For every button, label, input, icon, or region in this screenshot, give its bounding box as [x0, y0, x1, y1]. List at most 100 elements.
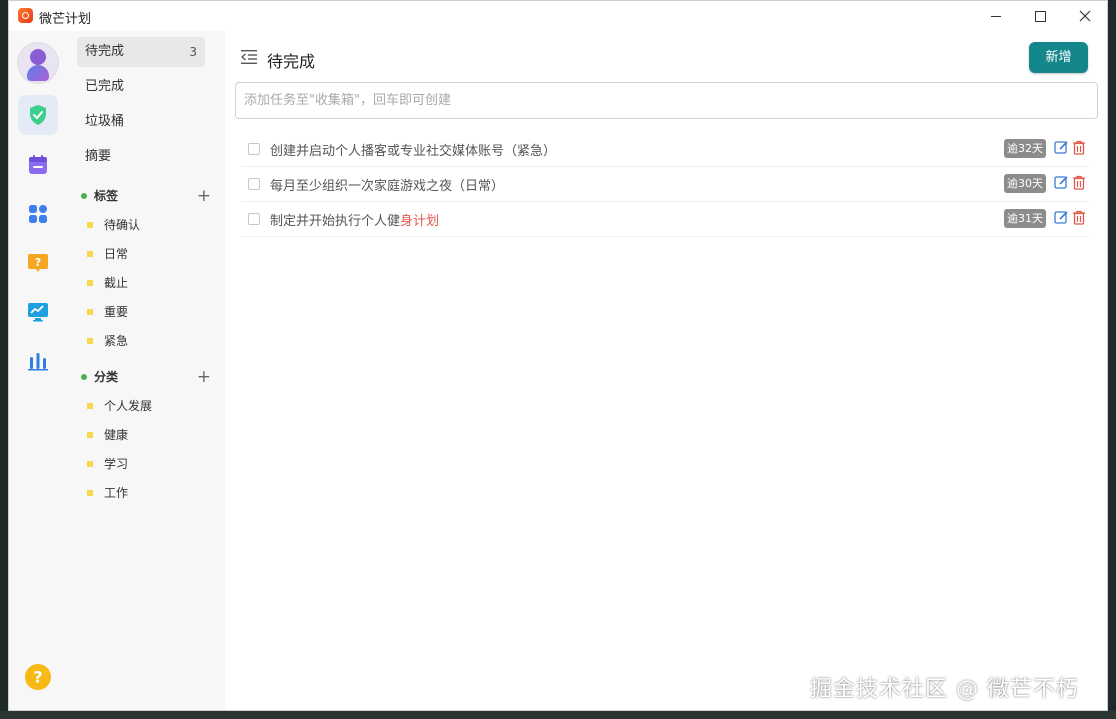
nav-item-summary[interactable]: 摘要 — [77, 142, 205, 172]
icon-rail: ? ? — [9, 31, 67, 710]
nav-panel: 待完成 3 已完成 垃圾桶 摘要 标签 + 待确认 日常 截止 重要 紧急 分类… — [67, 31, 225, 710]
nav-item-label: 已完成 — [85, 79, 125, 94]
tag-item[interactable]: 紧急 — [87, 330, 128, 352]
tag-item[interactable]: 截止 — [87, 272, 128, 294]
rail-item-help[interactable]: ? — [18, 243, 58, 283]
tag-item[interactable]: 待确认 — [87, 214, 140, 236]
categories-section-header: 分类 + — [81, 366, 211, 388]
task-checkbox[interactable] — [248, 143, 260, 155]
maximize-icon — [1034, 10, 1046, 22]
apps-grid-icon — [29, 205, 47, 223]
tag-item[interactable]: 重要 — [87, 301, 128, 323]
new-task-button[interactable]: 新增 — [1029, 42, 1088, 73]
delete-icon[interactable] — [1072, 140, 1086, 155]
category-label: 工作 — [104, 486, 129, 500]
calendar-icon — [29, 155, 47, 174]
edit-icon[interactable] — [1054, 140, 1069, 155]
task-text-highlight: 身计划 — [400, 214, 440, 229]
minimize-icon — [991, 15, 1001, 17]
add-tag-button[interactable]: + — [197, 185, 211, 207]
category-marker-icon — [87, 431, 93, 438]
overdue-badge: 逾31天 — [1004, 209, 1046, 228]
tag-marker-icon — [87, 279, 93, 286]
nav-item-label: 待完成 — [85, 44, 125, 59]
rail-item-apps[interactable] — [18, 194, 58, 234]
section-dot — [81, 373, 87, 380]
maximize-button[interactable] — [1017, 1, 1063, 31]
tag-label: 日常 — [104, 247, 129, 261]
title-bar: 微芒计划 — [9, 1, 1107, 31]
nav-item-pending[interactable]: 待完成 3 — [77, 37, 205, 67]
rail-item-stats[interactable] — [18, 341, 58, 381]
task-row: 制定并开始执行个人健身计划 逾31天 — [241, 202, 1089, 237]
minimize-button[interactable] — [973, 1, 1019, 31]
task-text-main: 制定并开始执行个人健 — [270, 214, 401, 229]
tags-section-title: 标签 — [94, 189, 119, 203]
task-text[interactable]: 创建并启动个人播客或专业社交媒体账号（紧急） — [270, 140, 556, 159]
nav-item-completed[interactable]: 已完成 — [77, 72, 205, 102]
tag-item[interactable]: 日常 — [87, 243, 128, 265]
category-marker-icon — [87, 402, 93, 409]
watermark: 掘金技术社区 @ 微芒不朽 — [810, 677, 1079, 702]
shield-check-icon — [30, 105, 46, 125]
rail-item-monitor[interactable] — [18, 292, 58, 332]
task-checkbox[interactable] — [248, 213, 260, 225]
overdue-badge: 逾30天 — [1004, 174, 1046, 193]
rail-item-todo[interactable] — [18, 95, 58, 135]
monitor-chart-icon — [28, 303, 48, 322]
rail-item-calendar[interactable] — [18, 145, 58, 185]
edit-icon[interactable] — [1054, 210, 1069, 225]
nav-item-label: 摘要 — [85, 149, 112, 164]
tags-section-header: 标签 + — [81, 185, 211, 207]
category-marker-icon — [87, 489, 93, 496]
task-row: 每月至少组织一次家庭游戏之夜（日常） 逾30天 — [241, 167, 1089, 202]
nav-item-trash[interactable]: 垃圾桶 — [77, 107, 205, 137]
tag-label: 重要 — [104, 305, 129, 319]
section-dot — [81, 192, 87, 199]
svg-text:?: ? — [35, 256, 41, 269]
bar-chart-icon — [28, 353, 48, 371]
main-panel: 待完成 新增 创建并启动个人播客或专业社交媒体账号（紧急） 逾32天 每月至少组… — [225, 31, 1107, 710]
app-title: 微芒计划 — [39, 12, 92, 27]
task-text[interactable]: 每月至少组织一次家庭游戏之夜（日常） — [270, 175, 504, 194]
collapse-sidebar-icon[interactable] — [241, 50, 257, 64]
tag-marker-icon — [87, 250, 93, 257]
app-window: 微芒计划 ? ? 待完成 3 已完成 垃圾桶 摘要 标签 + 待确认 日常 截止… — [8, 0, 1108, 711]
categories-section-title: 分类 — [94, 370, 119, 384]
avatar-body — [27, 65, 49, 81]
pending-count: 3 — [189, 45, 197, 59]
delete-icon[interactable] — [1072, 210, 1086, 225]
tag-label: 截止 — [104, 276, 129, 290]
page-title: 待完成 — [267, 52, 316, 71]
category-item[interactable]: 学习 — [87, 453, 128, 475]
tag-marker-icon — [87, 337, 93, 344]
tag-label: 待确认 — [104, 218, 141, 232]
nav-item-label: 垃圾桶 — [85, 114, 125, 129]
tag-label: 紧急 — [104, 334, 129, 348]
tag-marker-icon — [87, 308, 93, 315]
overdue-badge: 逾32天 — [1004, 139, 1046, 158]
category-item[interactable]: 个人发展 — [87, 395, 152, 417]
category-marker-icon — [87, 460, 93, 467]
category-item[interactable]: 健康 — [87, 424, 128, 446]
add-category-button[interactable]: + — [197, 366, 211, 388]
delete-icon[interactable] — [1072, 175, 1086, 190]
avatar[interactable] — [18, 43, 58, 83]
task-text[interactable]: 制定并开始执行个人健身计划 — [270, 210, 439, 229]
close-icon — [1079, 10, 1091, 22]
avatar-head — [30, 49, 46, 65]
task-checkbox[interactable] — [248, 178, 260, 190]
add-task-input[interactable] — [235, 82, 1098, 119]
help-circle-icon: ? — [25, 664, 51, 690]
edit-icon[interactable] — [1054, 175, 1069, 190]
help-bubble-icon: ? — [28, 254, 48, 272]
category-label: 个人发展 — [104, 399, 153, 413]
category-label: 学习 — [104, 457, 129, 471]
app-logo-icon — [18, 8, 33, 23]
rail-item-help-circle[interactable]: ? — [18, 657, 58, 697]
category-item[interactable]: 工作 — [87, 482, 128, 504]
close-button[interactable] — [1062, 1, 1107, 31]
tag-marker-icon — [87, 221, 93, 228]
taskbar-strip — [0, 711, 1116, 719]
category-label: 健康 — [104, 428, 129, 442]
